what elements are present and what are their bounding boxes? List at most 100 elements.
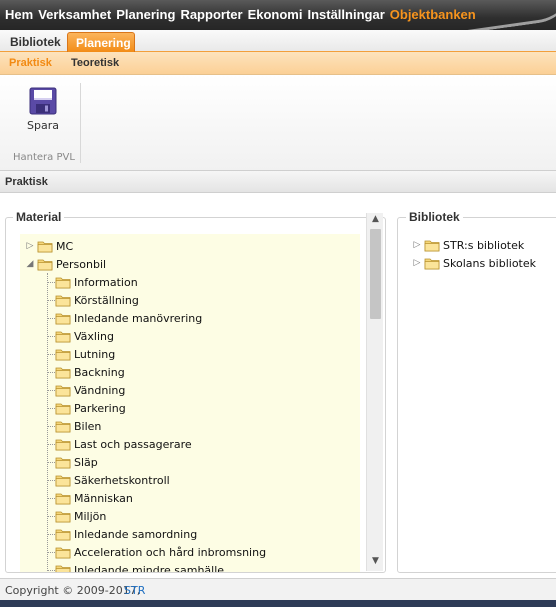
tree-node-child[interactable]: Acceleration och hård inbromsning	[41, 543, 266, 561]
folder-icon	[55, 565, 71, 572]
folder-icon	[55, 385, 71, 397]
top-nav-items: Hem Verksamhet Planering Rapporter Ekono…	[5, 7, 476, 22]
tree-node-child[interactable]: Miljön	[41, 507, 106, 525]
scroll-up-arrow-icon[interactable]: ▲	[367, 214, 384, 228]
tree-node-label: Skolans bibliotek	[443, 256, 537, 270]
tree-node-library[interactable]: ▷ Skolans bibliotek	[410, 254, 536, 272]
ribbon-group-label: Hantera PVL	[13, 152, 75, 163]
folder-icon	[55, 547, 71, 559]
tree-node-library[interactable]: ▷ STR:s bibliotek	[410, 236, 525, 254]
str-link[interactable]: STR	[124, 584, 145, 597]
folder-icon	[55, 295, 71, 307]
tree-node-label: Inledande manövrering	[74, 311, 203, 325]
tree-node-label: Bilen	[74, 419, 102, 433]
tree-node-child[interactable]: Säkerhetskontroll	[41, 471, 170, 489]
tree-node-label: Personbil	[56, 257, 107, 271]
tree-node-label: Last och passagerare	[74, 437, 192, 451]
scroll-thumb[interactable]	[370, 229, 381, 319]
ribbon-panel: Spara Hantera PVL	[0, 75, 556, 171]
tree-node-child[interactable]: Information	[41, 273, 138, 291]
tree-node-label: Inledande samordning	[74, 527, 198, 541]
folder-icon	[55, 511, 71, 523]
expand-toggle-icon[interactable]: ▷	[410, 258, 424, 268]
tree-node-label: Parkering	[74, 401, 126, 415]
tree-node-label: Inledande mindre samhälle	[74, 563, 225, 573]
nav-item-ekonomi[interactable]: Ekonomi	[248, 7, 303, 22]
tree-node-label: Säkerhetskontroll	[74, 473, 170, 487]
folder-icon	[55, 349, 71, 361]
tree-node-child[interactable]: Parkering	[41, 399, 126, 417]
tree-node-child[interactable]: Last och passagerare	[41, 435, 192, 453]
tree-node-label: Körställning	[74, 293, 139, 307]
folder-icon	[55, 313, 71, 325]
bibliotek-panel: Bibliotek ▷ STR:s bibliotek ▷ Skolans bibli…	[397, 210, 556, 573]
folder-icon	[55, 457, 71, 469]
scroll-down-arrow-icon[interactable]: ▼	[367, 556, 384, 570]
bibliotek-legend: Bibliotek	[406, 210, 463, 224]
tree-node-child[interactable]: Inledande mindre samhälle	[41, 561, 224, 572]
save-button[interactable]: Spara	[18, 87, 68, 137]
folder-icon	[55, 475, 71, 487]
expand-toggle-icon[interactable]: ▷	[23, 241, 37, 251]
subtab-praktisk[interactable]: Praktisk	[9, 57, 52, 69]
tree-node-label: Växling	[74, 329, 114, 343]
section-title: Praktisk	[5, 176, 48, 188]
material-scrollbar[interactable]: ▲ ▼	[366, 213, 383, 571]
tree-node-child[interactable]: Släp	[41, 453, 98, 471]
footer: Copyright © 2009-2017, STR	[0, 578, 556, 600]
tab-bibliotek[interactable]: Bibliotek	[2, 32, 69, 53]
tree-node-label: Människan	[74, 491, 133, 505]
tree-node-mc[interactable]: ▷ MC	[23, 237, 74, 255]
tree-node-label: Miljön	[74, 509, 107, 523]
ribbon-tab-bar: Bibliotek Planering	[0, 30, 556, 53]
tree-node-child[interactable]: Inledande samordning	[41, 525, 197, 543]
nav-item-hem[interactable]: Hem	[5, 7, 33, 22]
tree-node-personbil[interactable]: ◢ Personbil	[23, 255, 107, 273]
tree-node-child[interactable]: Lutning	[41, 345, 115, 363]
tree-node-child[interactable]: Växling	[41, 327, 114, 345]
tree-node-child[interactable]: Bilen	[41, 417, 101, 435]
tree-node-label: STR:s bibliotek	[443, 238, 525, 252]
nav-item-verksamhet[interactable]: Verksamhet	[38, 7, 111, 22]
material-tree: ▷ MC ◢ Personbil Information Körställning Inle…	[20, 234, 360, 572]
nav-item-planering[interactable]: Planering	[116, 7, 175, 22]
expand-toggle-icon[interactable]: ◢	[23, 259, 37, 269]
copyright-text: Copyright © 2009-2017,	[5, 584, 141, 597]
folder-icon	[55, 529, 71, 541]
nav-item-objektbanken[interactable]: Objektbanken	[390, 7, 476, 22]
tree-node-label: Släp	[74, 455, 98, 469]
section-header: Praktisk	[0, 171, 556, 193]
tree-node-child[interactable]: Människan	[41, 489, 133, 507]
folder-icon	[55, 331, 71, 343]
floppy-disk-icon	[29, 87, 57, 115]
tree-node-label: Backning	[74, 365, 125, 379]
nav-item-installningar[interactable]: Inställningar	[307, 7, 384, 22]
folder-icon	[55, 493, 71, 505]
folder-icon	[55, 403, 71, 415]
bottom-bar	[0, 600, 556, 607]
folder-icon	[424, 240, 440, 252]
expand-toggle-icon[interactable]: ▷	[410, 240, 424, 250]
folder-icon	[55, 421, 71, 433]
folder-icon	[37, 241, 53, 253]
top-navigation-bar: Hem Verksamhet Planering Rapporter Ekono…	[0, 0, 556, 30]
tree-node-label: Vändning	[74, 383, 126, 397]
tree-node-label: MC	[56, 239, 74, 253]
tree-node-child[interactable]: Vändning	[41, 381, 125, 399]
tree-node-label: Lutning	[74, 347, 116, 361]
folder-icon	[55, 367, 71, 379]
subtab-teoretisk[interactable]: Teoretisk	[71, 57, 119, 69]
sub-tab-bar: Praktisk Teoretisk	[0, 52, 556, 75]
folder-icon	[37, 259, 53, 271]
material-legend: Material	[13, 210, 65, 224]
folder-icon	[55, 439, 71, 451]
material-panel: Material ▷ MC ◢ Personbil Information Körstäl…	[5, 210, 386, 573]
tree-node-label: Information	[74, 275, 138, 289]
tab-planering[interactable]: Planering	[67, 32, 135, 53]
ribbon-group-divider	[80, 83, 81, 163]
tree-node-child[interactable]: Backning	[41, 363, 125, 381]
tree-node-label: Acceleration och hård inbromsning	[74, 545, 267, 559]
tree-node-child[interactable]: Inledande manövrering	[41, 309, 202, 327]
tree-node-child[interactable]: Körställning	[41, 291, 139, 309]
nav-item-rapporter[interactable]: Rapporter	[180, 7, 242, 22]
